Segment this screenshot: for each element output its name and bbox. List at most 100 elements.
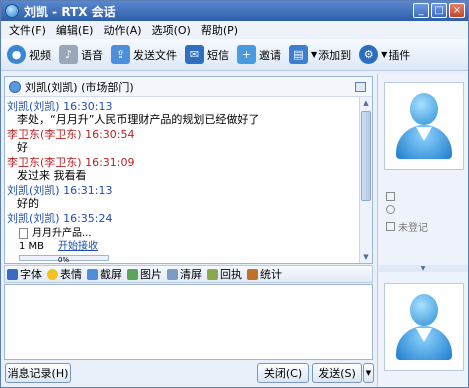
message-text: 发过来 我看看 <box>17 169 87 182</box>
message-text: 李处，“月月升”人民币理财产品的规划已经做好了 <box>17 113 260 126</box>
telephone-row <box>386 205 398 214</box>
send-button[interactable]: 发送(S) <box>312 363 362 383</box>
scroll-down-icon[interactable]: ▼ <box>360 251 372 263</box>
file-info-row: 1 MB 开始接收 <box>19 240 359 253</box>
telephone-icon <box>386 205 395 214</box>
send-file-button[interactable]: ⇪ 发送文件 <box>111 45 177 64</box>
chat-scrollbar[interactable]: ▲ ▼ <box>359 97 372 263</box>
scroll-thumb[interactable] <box>361 111 371 201</box>
menu-help[interactable]: 帮助(P) <box>196 22 243 38</box>
font-button[interactable]: 字体 <box>7 266 42 282</box>
scroll-up-icon[interactable]: ▲ <box>360 97 372 109</box>
invite-label: 邀请 <box>259 48 281 62</box>
title-bar[interactable]: 刘凯 - RTX 会话 _ □ × <box>1 1 468 21</box>
registration-status: 未登记 <box>398 223 428 234</box>
mobile-icon <box>386 192 395 201</box>
smiley-icon <box>47 268 58 280</box>
contact-avatar <box>394 91 454 161</box>
menu-edit[interactable]: 编辑(E) <box>51 22 99 38</box>
file-progress-bar: 0% <box>19 255 109 263</box>
send-file-icon: ⇪ <box>111 45 130 64</box>
minimize-button[interactable]: _ <box>413 3 429 18</box>
message-text: 好 <box>17 141 28 154</box>
close-button[interactable]: 关闭(C) <box>257 363 309 383</box>
video-label: 视频 <box>29 48 51 62</box>
send-file-label: 发送文件 <box>133 48 177 62</box>
file-icon <box>19 228 28 239</box>
history-button[interactable]: 消息记录(H) <box>5 363 71 383</box>
contact-icon <box>9 80 21 93</box>
video-icon: ● <box>7 45 26 64</box>
file-transfer: 月月升产品... 1 MB 开始接收 0% <box>19 227 359 263</box>
plugin-label: 插件 <box>388 48 411 62</box>
message-header: 刘凯(刘凯) 16:35:24 <box>7 212 113 225</box>
contact-side-panel: 未登记 ▼ <box>377 74 468 387</box>
message-input[interactable] <box>4 284 373 360</box>
screenshot-button[interactable]: 截屏 <box>87 266 122 282</box>
chevron-down-icon: ▼ <box>365 369 372 377</box>
invite-icon: + <box>237 45 256 64</box>
rtx-app-icon <box>5 4 19 18</box>
file-name-row: 月月升产品... <box>19 227 359 240</box>
image-label: 图片 <box>140 268 162 281</box>
message-header: 刘凯(刘凯) 16:31:13 <box>7 184 113 197</box>
clear-screen-button[interactable]: 清屏 <box>167 266 202 282</box>
message-header: 刘凯(刘凯) 16:30:13 <box>7 100 113 113</box>
menu-bar: 文件(F) 编辑(E) 动作(A) 选项(O) 帮助(P) <box>1 21 468 39</box>
statistics-button[interactable]: 统计 <box>247 266 282 282</box>
screenshot-icon <box>87 268 98 280</box>
chat-history-panel: 刘凯(刘凯) (市场部门) 刘凯(刘凯) 16:30:13 李处，“月月升”人民… <box>4 76 373 264</box>
emoticon-button[interactable]: 表情 <box>47 266 82 282</box>
phone-row <box>386 192 398 201</box>
self-avatar <box>394 292 454 362</box>
plugin-button[interactable]: ⚙ ▼ 插件 <box>359 45 410 64</box>
receipt-button[interactable]: 回执 <box>207 266 242 282</box>
sms-button[interactable]: ✉ 短信 <box>185 45 229 64</box>
font-label: 字体 <box>20 268 42 281</box>
clear-icon <box>167 268 178 280</box>
maximize-button[interactable]: □ <box>431 3 447 18</box>
microphone-icon: ♪ <box>59 45 78 64</box>
toolbar: ● 视频 ♪ 语音 ⇪ 发送文件 ✉ 短信 + 邀请 ▤ ▼ 添加到 ⚙ ▼ 插… <box>1 39 468 71</box>
close-window-button[interactable]: × <box>449 3 465 18</box>
org-tree-icon[interactable] <box>355 82 366 92</box>
invite-button[interactable]: + 邀请 <box>237 45 281 64</box>
menu-action[interactable]: 动作(A) <box>98 22 146 38</box>
contact-avatar-frame <box>384 82 464 170</box>
mail-icon <box>386 222 395 231</box>
file-size: 1 MB <box>19 241 45 252</box>
voice-label: 语音 <box>81 48 103 62</box>
chevron-down-icon: ▼ <box>311 50 318 59</box>
message-list: 刘凯(刘凯) 16:30:13 李处，“月月升”人民币理财产品的规划已经做好了 … <box>7 99 359 263</box>
add-to-icon: ▤ <box>289 45 308 64</box>
panel-splitter[interactable]: ▼ <box>378 265 468 272</box>
receipt-label: 回执 <box>220 268 242 281</box>
email-row: 未登记 <box>386 219 428 234</box>
message-header: 李卫东(李卫东) 16:30:54 <box>7 128 135 141</box>
window-title: 刘凯 - RTX 会话 <box>24 4 116 19</box>
emoticon-label: 表情 <box>60 268 82 281</box>
video-button[interactable]: ● 视频 <box>7 45 51 64</box>
sms-label: 短信 <box>207 48 229 62</box>
clear-label: 清屏 <box>180 268 202 281</box>
chat-header: 刘凯(刘凯) (市场部门) <box>5 77 372 97</box>
send-options-button[interactable]: ▼ <box>363 363 374 383</box>
plugin-icon: ⚙ <box>359 45 379 64</box>
image-button[interactable]: 图片 <box>127 266 162 282</box>
contact-name: 刘凯(刘凯) (市场部门) <box>25 80 134 94</box>
sms-icon: ✉ <box>185 45 204 64</box>
statistics-label: 统计 <box>260 268 282 281</box>
format-toolbar: 字体 表情 截屏 图片 清屏 回执 统计 <box>4 265 373 283</box>
voice-button[interactable]: ♪ 语音 <box>59 45 103 64</box>
chat-window: 刘凯 - RTX 会话 _ □ × 文件(F) 编辑(E) 动作(A) 选项(O… <box>0 0 469 388</box>
add-to-label: 添加到 <box>318 48 352 62</box>
screenshot-label: 截屏 <box>100 268 122 281</box>
message-header: 李卫东(李卫东) 16:31:09 <box>7 156 135 169</box>
menu-options[interactable]: 选项(O) <box>147 22 196 38</box>
accept-file-link[interactable]: 开始接收 <box>58 240 98 253</box>
self-avatar-frame <box>384 283 464 371</box>
menu-file[interactable]: 文件(F) <box>4 22 51 38</box>
file-name: 月月升产品... <box>32 228 92 239</box>
font-icon <box>7 268 18 280</box>
add-to-button[interactable]: ▤ ▼ 添加到 <box>289 45 351 64</box>
